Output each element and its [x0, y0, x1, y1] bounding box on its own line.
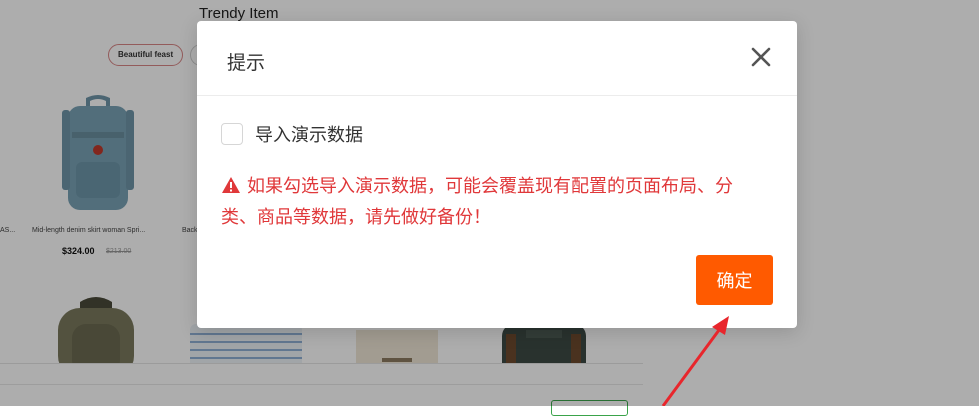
warning-icon [221, 174, 241, 203]
warning-text: 如果勾选导入演示数据，可能会覆盖现有配置的页面布局、分类、商品等数据，请先做好备… [221, 176, 733, 228]
dialog-title: 提示 [227, 52, 266, 74]
import-demo-checkbox-row[interactable]: 导入演示数据 [221, 121, 363, 147]
import-demo-dialog: 提示 导入演示数据 如果勾选导入演示数据，可能会覆盖现有配置的页面布局、分类、商… [197, 21, 797, 328]
checkbox-label: 导入演示数据 [255, 125, 363, 146]
warning-message: 如果勾选导入演示数据，可能会覆盖现有配置的页面布局、分类、商品等数据，请先做好备… [221, 172, 766, 232]
close-icon[interactable] [747, 43, 775, 71]
confirm-button[interactable]: 确定 [696, 255, 773, 305]
dialog-header: 提示 [197, 21, 797, 96]
import-demo-checkbox[interactable] [221, 123, 243, 145]
